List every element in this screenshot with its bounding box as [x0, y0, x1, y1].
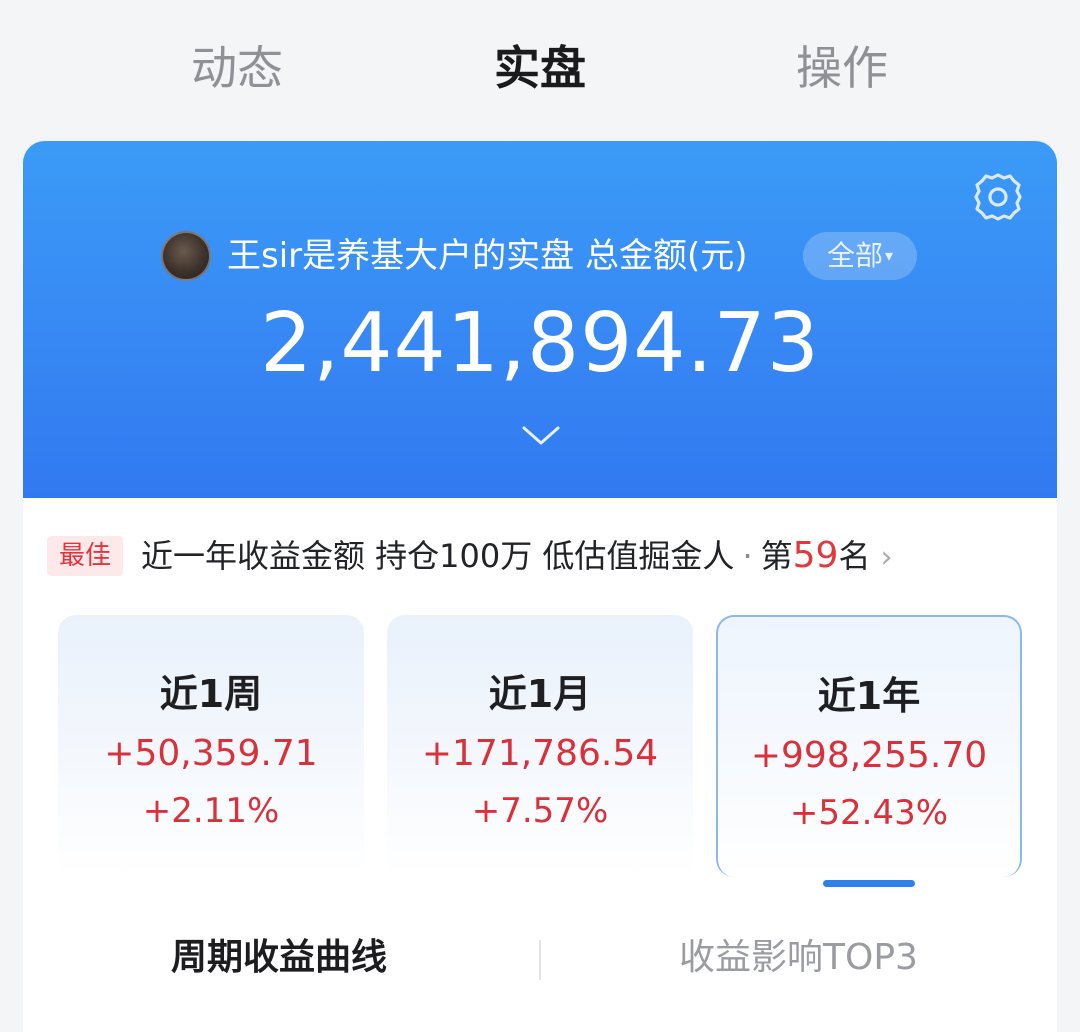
- owner-title: 王sir是养基大户的实盘 总金额(元): [227, 236, 748, 276]
- tab-divider: [539, 940, 541, 980]
- scope-filter-label: 全部: [826, 239, 883, 272]
- period-label: 近1周: [159, 672, 263, 716]
- total-amount: 2,441,894.73: [260, 296, 820, 391]
- settings-gear-icon[interactable]: [970, 169, 1026, 225]
- top-tab-bar: 动态 实盘 操作: [0, 0, 1080, 140]
- tab-dynamics[interactable]: 动态: [107, 36, 367, 100]
- ranking-prefix: 第: [760, 537, 793, 575]
- avatar[interactable]: [161, 231, 211, 281]
- period-percent: +2.11%: [142, 791, 280, 831]
- period-card-year[interactable]: 近1年 +998,255.70 +52.43%: [716, 615, 1022, 877]
- active-period-indicator: [823, 880, 915, 887]
- chevron-right-icon: ›: [880, 540, 893, 575]
- period-percent: +52.43%: [789, 793, 949, 833]
- period-amount: +50,359.71: [104, 733, 318, 774]
- caret-down-icon: ▾: [884, 246, 894, 265]
- period-card-month[interactable]: 近1月 +171,786.54 +7.57%: [387, 615, 693, 877]
- best-badge: 最佳: [47, 536, 123, 576]
- period-label: 近1月: [488, 672, 592, 716]
- tab-return-impact-top3[interactable]: 收益影响TOP3: [679, 931, 918, 985]
- chevron-down-icon[interactable]: [521, 423, 561, 449]
- fund-portfolio-page: 动态 实盘 操作 王sir是养基大户的实盘 总金额(元) 全部 ▾ 2,441,8…: [0, 0, 1080, 1032]
- tab-period-return-curve[interactable]: 周期收益曲线: [171, 931, 387, 985]
- ranking-separator: ·: [742, 537, 753, 575]
- performance-section: 最佳 近一年收益金额 持仓100万 低估值掘金人 · 第59名 › 近1周 +50,3…: [23, 498, 1057, 1032]
- tab-real-portfolio[interactable]: 实盘: [410, 36, 670, 100]
- period-percent: +7.57%: [471, 791, 609, 831]
- scope-filter-button[interactable]: 全部 ▾: [803, 232, 917, 280]
- ranking-suffix: 名: [838, 537, 871, 575]
- period-amount: +998,255.70: [750, 735, 988, 776]
- period-amount: +171,786.54: [421, 733, 659, 774]
- ranking-number: 59: [792, 535, 839, 576]
- period-label: 近1年: [817, 674, 921, 718]
- portfolio-summary-card: 王sir是养基大户的实盘 总金额(元) 全部 ▾ 2,441,894.73: [23, 141, 1057, 498]
- tab-operations[interactable]: 操作: [712, 36, 972, 100]
- ranking-row[interactable]: 最佳 近一年收益金额 持仓100万 低估值掘金人 · 第59名 ›: [47, 534, 1037, 578]
- ranking-category: 近一年收益金额 持仓100万 低估值掘金人: [141, 537, 735, 575]
- period-card-week[interactable]: 近1周 +50,359.71 +2.11%: [58, 615, 364, 877]
- ranking-text: 近一年收益金额 持仓100万 低估值掘金人 · 第59名 ›: [141, 534, 892, 578]
